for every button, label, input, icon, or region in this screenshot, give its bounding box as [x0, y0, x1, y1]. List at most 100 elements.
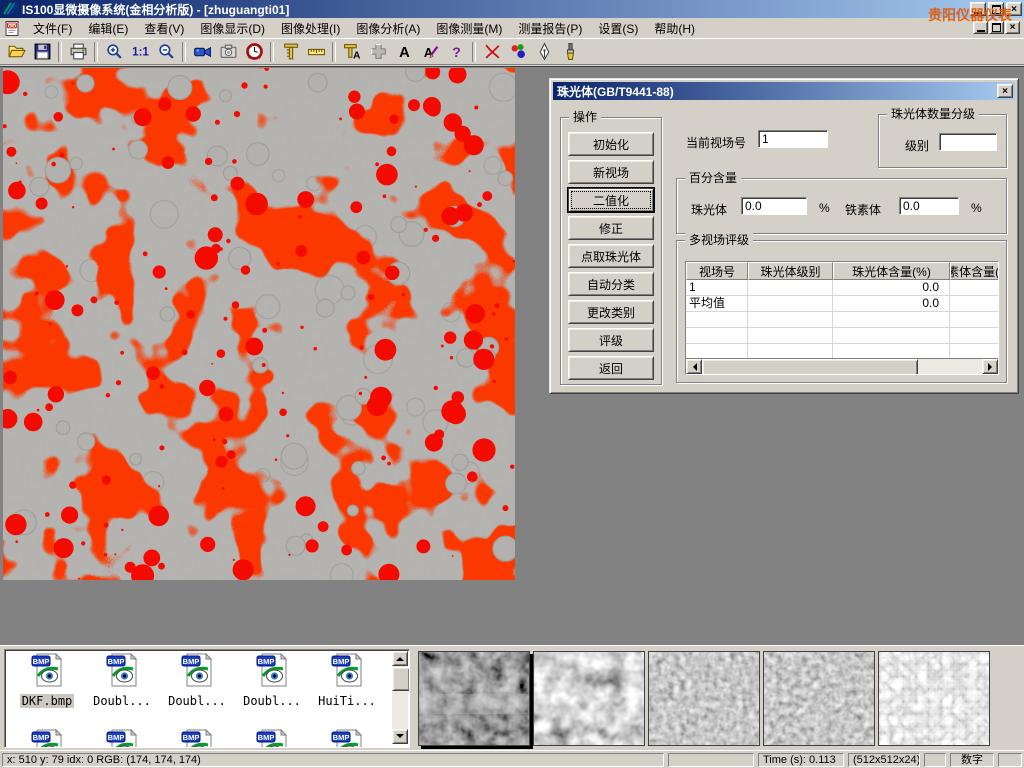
minimize-button[interactable]	[970, 2, 986, 16]
menu-item-2[interactable]: 编辑(E)	[80, 18, 136, 39]
print-button[interactable]	[65, 40, 91, 64]
current-view-input[interactable]	[758, 130, 828, 148]
grid-cross-button[interactable]	[365, 40, 391, 64]
menu-item-9[interactable]: 设置(S)	[590, 18, 646, 39]
scroll-left-button[interactable]	[686, 359, 702, 374]
scrollbar-thumb[interactable]	[392, 667, 410, 691]
timer-button[interactable]	[241, 40, 267, 64]
thumbnail-1[interactable]	[418, 651, 530, 746]
grade-level-input[interactable]	[939, 133, 997, 151]
file-item-2[interactable]: BMP Doubl...	[86, 653, 158, 710]
menu-item-3[interactable]: 查看(V)	[136, 18, 192, 39]
ruler-icon	[307, 42, 326, 61]
scroll-up-button[interactable]	[392, 651, 408, 666]
zoom-in-button[interactable]	[101, 40, 127, 64]
operation-button-1[interactable]: 初始化	[568, 132, 654, 156]
scroll-right-button[interactable]	[982, 359, 998, 374]
zoom-out-button[interactable]	[153, 40, 179, 64]
menu-item-6[interactable]: 图像分析(A)	[348, 18, 428, 39]
actual-size-button[interactable]: 1:1	[127, 40, 153, 64]
close-button[interactable]: ×	[1006, 2, 1022, 16]
file-item-3[interactable]: BMP Doubl...	[161, 653, 233, 710]
actual-size-icon: 1:1	[131, 42, 150, 61]
pearlite-percent-label: 珠光体	[691, 201, 727, 218]
file-item-row2-2[interactable]: BMP	[86, 729, 158, 748]
operation-button-4[interactable]: 修正	[568, 216, 654, 240]
calibration-curve-button[interactable]	[479, 40, 505, 64]
video-camera-button[interactable]	[189, 40, 215, 64]
svg-text:BMP: BMP	[33, 733, 50, 742]
operation-button-2[interactable]: 新视场	[568, 160, 654, 184]
table-hscrollbar[interactable]	[686, 358, 998, 374]
mdi-close-button[interactable]: ×	[1005, 21, 1020, 34]
status-position: x: 510 y: 79 idx: 0 RGB: (174, 174, 174)	[2, 753, 664, 767]
specimen-image[interactable]	[3, 68, 515, 580]
multiview-row-2[interactable]: 平均值0.0	[686, 296, 998, 312]
operation-button-8[interactable]: 评级	[568, 328, 654, 352]
ferrite-percent-input[interactable]	[899, 197, 959, 215]
toolbar-separator	[94, 42, 98, 62]
file-item-row2-1[interactable]: BMP	[11, 729, 83, 748]
percent-group: 百分含量 珠光体 % 铁素体 %	[676, 178, 1007, 234]
thumbnail-3[interactable]	[648, 651, 760, 746]
menu-item-1[interactable]: 文件(F)	[25, 18, 80, 39]
pen-button[interactable]	[531, 40, 557, 64]
scrollbar-thumb[interactable]	[702, 359, 918, 375]
open-button[interactable]	[3, 40, 29, 64]
file-item-1[interactable]: BMP DKF.bmp	[11, 653, 83, 710]
file-name: Doubl...	[91, 694, 153, 708]
dialog-title-bar[interactable]: 珠光体(GB/T9441-88) ×	[553, 82, 1015, 100]
document-icon[interactable]: DOC	[4, 20, 21, 37]
menu-item-8[interactable]: 测量报告(P)	[510, 18, 590, 39]
multiview-row-4[interactable]	[686, 328, 998, 344]
file-item-row2-3[interactable]: BMP	[161, 729, 233, 748]
file-name: DKF.bmp	[20, 694, 75, 708]
menu-item-5[interactable]: 图像处理(I)	[273, 18, 348, 39]
save-button[interactable]	[29, 40, 55, 64]
measure-text-button[interactable]: A	[339, 40, 365, 64]
mdi-restore-button[interactable]	[989, 21, 1004, 34]
current-view-label: 当前视场号	[686, 134, 746, 151]
cell	[950, 280, 999, 296]
operation-button-9[interactable]: 返回	[568, 356, 654, 380]
svg-text:BMP: BMP	[108, 657, 125, 666]
file-item-5[interactable]: BMP HuiTi...	[311, 653, 383, 710]
restore-button[interactable]	[988, 2, 1004, 16]
annotate-button[interactable]: A	[417, 40, 443, 64]
menu-item-4[interactable]: 图像显示(D)	[192, 18, 273, 39]
pearlite-percent-input[interactable]	[741, 197, 807, 215]
multiview-row-1[interactable]: 10.0	[686, 280, 998, 296]
brush-button[interactable]	[557, 40, 583, 64]
operation-button-7[interactable]: 更改类别	[568, 300, 654, 324]
menu-item-10[interactable]: 帮助(H)	[646, 18, 703, 39]
svg-text:1:1: 1:1	[132, 46, 149, 59]
operation-button-5[interactable]: 点取珠光体	[568, 244, 654, 268]
mdi-minimize-icon	[977, 30, 985, 32]
file-item-row2-4[interactable]: BMP	[236, 729, 308, 748]
svg-text:?: ?	[452, 45, 461, 61]
file-list-scrollbar[interactable]	[392, 651, 408, 744]
menu-item-7[interactable]: 图像测量(M)	[428, 18, 510, 39]
scroll-down-button[interactable]	[392, 729, 408, 744]
dialog-close-button[interactable]: ×	[997, 84, 1013, 98]
cell	[950, 328, 999, 344]
svg-text:BMP: BMP	[333, 657, 350, 666]
help-icon: ?	[447, 42, 466, 61]
operation-button-3[interactable]: 二值化	[568, 188, 654, 212]
ruler-button[interactable]	[303, 40, 329, 64]
thumbnail-5[interactable]	[878, 651, 990, 746]
phase-colors-button[interactable]	[505, 40, 531, 64]
mdi-minimize-button[interactable]	[973, 21, 988, 34]
photo-camera-button[interactable]	[215, 40, 241, 64]
ferrite-percent-label: 铁素体	[845, 201, 881, 218]
thumbnail-4[interactable]	[763, 651, 875, 746]
operation-button-6[interactable]: 自动分类	[568, 272, 654, 296]
help-button[interactable]: ?	[443, 40, 469, 64]
timer-icon	[245, 42, 264, 61]
file-item-row2-5[interactable]: BMP	[311, 729, 383, 748]
text-button[interactable]: A	[391, 40, 417, 64]
multiview-row-3[interactable]	[686, 312, 998, 328]
thumbnail-2[interactable]	[533, 651, 645, 746]
file-item-4[interactable]: BMP Doubl...	[236, 653, 308, 710]
caliper-button[interactable]	[277, 40, 303, 64]
